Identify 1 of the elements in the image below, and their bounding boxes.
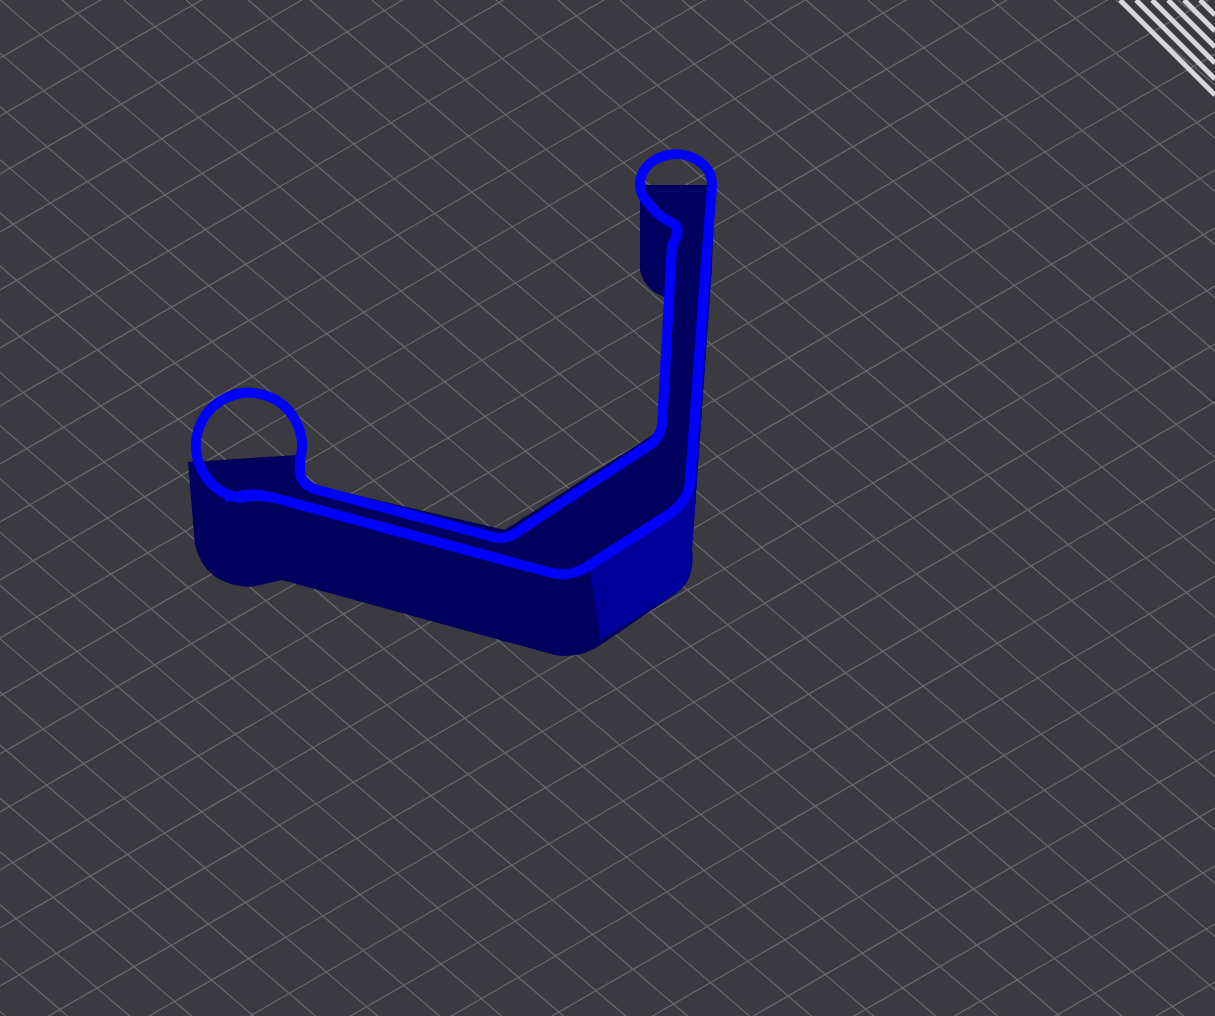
build-plate-viewport[interactable] <box>0 0 1215 1016</box>
